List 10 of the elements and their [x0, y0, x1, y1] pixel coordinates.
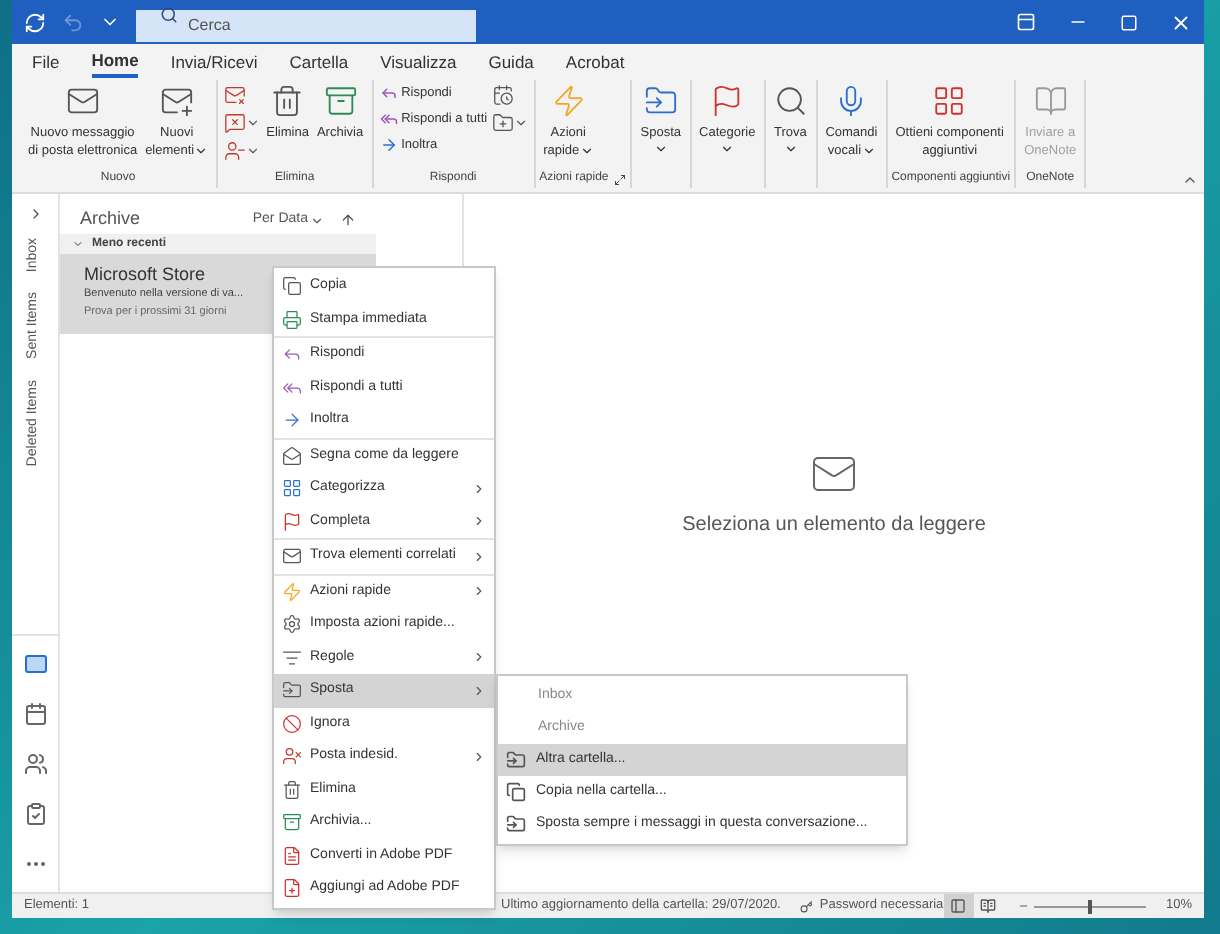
menu-tab[interactable]: Acrobat — [565, 46, 625, 78]
menu-tab[interactable]: Invia/Ricevi — [170, 46, 258, 78]
menu-tab[interactable]: File — [32, 46, 60, 78]
menu-tab[interactable]: Cartella — [289, 46, 349, 78]
search-field[interactable]: Cerca — [136, 9, 476, 41]
empty-message: Seleziona un elemento da leggere — [682, 512, 986, 540]
message-sender: Microsoft Store — [84, 264, 206, 286]
menu-tab[interactable]: Guida — [488, 46, 534, 78]
folder-title: Archive — [80, 206, 141, 233]
menu-tab[interactable]: Visualizza — [380, 46, 457, 78]
